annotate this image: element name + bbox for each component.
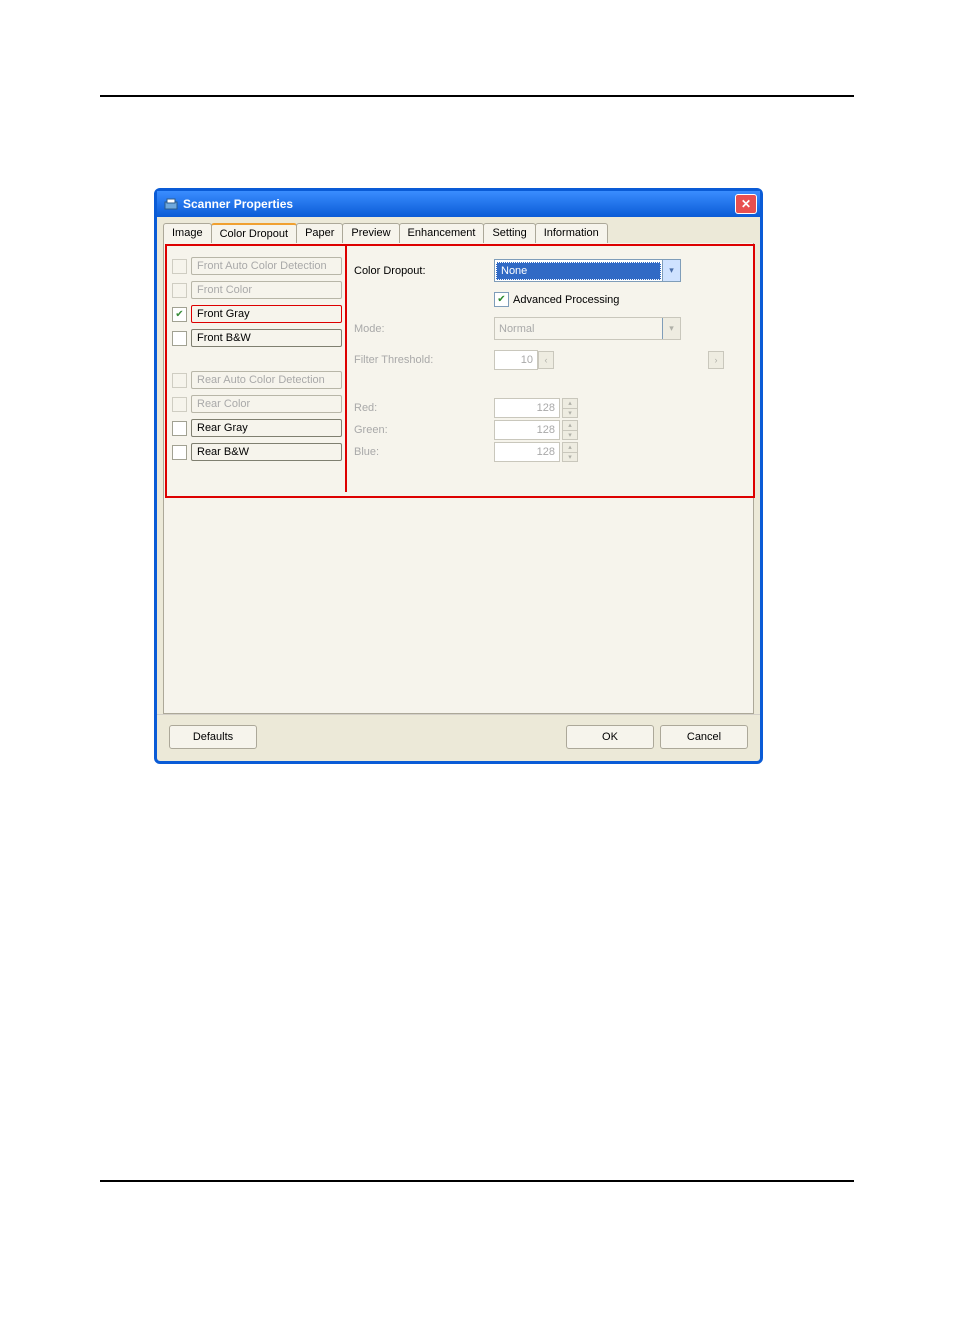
advanced-processing-label: Advanced Processing: [513, 294, 619, 306]
green-label: Green:: [354, 424, 494, 436]
checkbox-front-auto-color[interactable]: [172, 259, 187, 274]
mode-label: Mode:: [354, 323, 494, 335]
checkbox-row-front-bw: Front B&W: [172, 329, 342, 347]
tab-label: Enhancement: [408, 227, 476, 239]
footer-rule: [100, 1180, 854, 1182]
tab-label: Preview: [351, 227, 390, 239]
side-label[interactable]: Rear Gray: [191, 419, 342, 437]
checkbox-rear-bw[interactable]: [172, 445, 187, 460]
side-label[interactable]: Front Color: [191, 281, 342, 299]
tab-label: Information: [544, 227, 599, 239]
dialog-footer: Defaults OK Cancel: [157, 714, 760, 761]
row-red: Red: 128 ▴ ▾: [354, 398, 745, 418]
row-blue: Blue: 128 ▴ ▾: [354, 442, 745, 462]
tab-label: Color Dropout: [220, 228, 288, 240]
chevron-down-icon: ▾: [662, 318, 680, 339]
checkbox-row-front-auto-color: Front Auto Color Detection: [172, 257, 342, 275]
spinner-up-icon: ▴: [563, 421, 577, 431]
tab-label: Setting: [492, 227, 526, 239]
filter-threshold-control: 10 ‹ ›: [494, 350, 724, 370]
spinner-up-icon: ▴: [563, 443, 577, 453]
red-label: Red:: [354, 402, 494, 414]
slider-right-button[interactable]: ›: [708, 351, 724, 369]
side-selection-panel: Front Auto Color Detection Front Color ✔…: [172, 257, 342, 467]
color-dropout-select[interactable]: None ▾: [494, 259, 681, 282]
chevron-right-icon: ›: [715, 355, 718, 365]
red-highlight-divider: [345, 246, 347, 492]
checkbox-rear-gray[interactable]: [172, 421, 187, 436]
spinner-up-icon: ▴: [563, 399, 577, 409]
tab-information[interactable]: Information: [535, 223, 608, 243]
filter-threshold-label: Filter Threshold:: [354, 354, 494, 366]
red-spinner[interactable]: ▴ ▾: [562, 398, 578, 418]
checkbox-rear-color[interactable]: [172, 397, 187, 412]
color-dropout-label: Color Dropout:: [354, 265, 494, 277]
dialog-wrapper: Scanner Properties ✕ Image Color Dropout…: [154, 188, 763, 764]
window-title: Scanner Properties: [183, 197, 735, 211]
spinner-down-icon: ▾: [563, 409, 577, 418]
tab-enhancement[interactable]: Enhancement: [399, 223, 485, 243]
side-label[interactable]: Rear Color: [191, 395, 342, 413]
side-label[interactable]: Rear B&W: [191, 443, 342, 461]
row-filter-threshold: Filter Threshold: 10 ‹ ›: [354, 350, 745, 370]
checkbox-rear-auto-color[interactable]: [172, 373, 187, 388]
chevron-down-icon: ▾: [662, 260, 680, 281]
slider-track[interactable]: [556, 352, 706, 368]
row-advanced-processing: ✔ Advanced Processing: [494, 292, 745, 307]
checkbox-front-bw[interactable]: [172, 331, 187, 346]
checkbox-row-rear-auto-color: Rear Auto Color Detection: [172, 371, 342, 389]
side-label[interactable]: Front Auto Color Detection: [191, 257, 342, 275]
document-page: Scanner Properties ✕ Image Color Dropout…: [0, 0, 954, 1336]
checkbox-front-gray[interactable]: ✔: [172, 307, 187, 322]
defaults-button[interactable]: Defaults: [169, 725, 257, 749]
checkbox-advanced-processing[interactable]: ✔: [494, 292, 509, 307]
close-button[interactable]: ✕: [735, 194, 757, 214]
tab-color-dropout[interactable]: Color Dropout: [211, 223, 297, 243]
spinner-down-icon: ▾: [563, 453, 577, 462]
app-icon: [163, 196, 179, 212]
header-rule: [100, 95, 854, 97]
tab-paper[interactable]: Paper: [296, 223, 343, 243]
checkbox-row-rear-bw: Rear B&W: [172, 443, 342, 461]
title-bar[interactable]: Scanner Properties ✕: [157, 191, 760, 217]
tab-preview[interactable]: Preview: [342, 223, 399, 243]
close-icon: ✕: [741, 197, 751, 211]
row-mode: Mode: Normal ▾: [354, 317, 745, 340]
footer-button-group: OK Cancel: [566, 725, 748, 749]
tab-label: Paper: [305, 227, 334, 239]
ok-button[interactable]: OK: [566, 725, 654, 749]
checkbox-row-rear-gray: Rear Gray: [172, 419, 342, 437]
checkbox-row-rear-color: Rear Color: [172, 395, 342, 413]
select-value: None: [496, 262, 661, 280]
row-green: Green: 128 ▴ ▾: [354, 420, 745, 440]
red-value[interactable]: 128: [494, 398, 560, 418]
checkbox-row-front-color: Front Color: [172, 281, 342, 299]
blue-value[interactable]: 128: [494, 442, 560, 462]
chevron-left-icon: ‹: [545, 355, 548, 365]
checkbox-row-front-gray: ✔ Front Gray: [172, 305, 342, 323]
color-dropout-panel: Color Dropout: None ▾ ✔ Advanced Process…: [354, 259, 745, 462]
tab-image[interactable]: Image: [163, 223, 212, 243]
scanner-properties-dialog: Scanner Properties ✕ Image Color Dropout…: [154, 188, 763, 764]
blue-label: Blue:: [354, 446, 494, 458]
side-label[interactable]: Front B&W: [191, 329, 342, 347]
checkbox-front-color[interactable]: [172, 283, 187, 298]
select-value: Normal: [495, 321, 662, 337]
mode-select[interactable]: Normal ▾: [494, 317, 681, 340]
row-color-dropout: Color Dropout: None ▾: [354, 259, 745, 282]
green-value[interactable]: 128: [494, 420, 560, 440]
cancel-button[interactable]: Cancel: [660, 725, 748, 749]
green-spinner[interactable]: ▴ ▾: [562, 420, 578, 440]
side-label[interactable]: Front Gray: [191, 305, 342, 323]
slider-left-button[interactable]: ‹: [538, 351, 554, 369]
blue-spinner[interactable]: ▴ ▾: [562, 442, 578, 462]
tab-label: Image: [172, 227, 203, 239]
spinner-down-icon: ▾: [563, 431, 577, 440]
side-label[interactable]: Rear Auto Color Detection: [191, 371, 342, 389]
filter-threshold-value[interactable]: 10: [494, 350, 538, 370]
tab-body: Front Auto Color Detection Front Color ✔…: [163, 243, 754, 714]
tab-strip: Image Color Dropout Paper Preview Enhanc…: [157, 217, 760, 243]
tab-setting[interactable]: Setting: [483, 223, 535, 243]
